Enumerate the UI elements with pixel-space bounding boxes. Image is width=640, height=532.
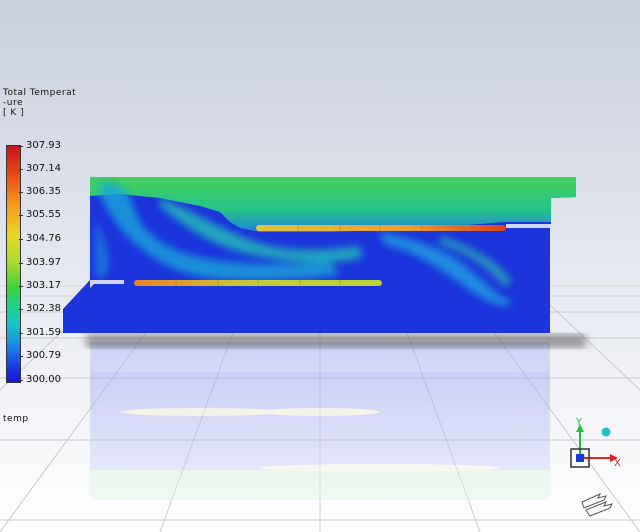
tick-label: 305.55: [26, 209, 61, 220]
tick-label: 300.79: [26, 350, 61, 361]
tick-label: 302.38: [26, 303, 61, 314]
tick-label: 307.93: [26, 140, 61, 151]
upper-slot: [506, 224, 551, 228]
scene-object-label: temp: [3, 414, 29, 424]
tick-label: 303.97: [26, 257, 61, 268]
temperature-colorbar[interactable]: [6, 145, 21, 383]
tick-label: 306.35: [26, 186, 61, 197]
tick-label: 304.76: [26, 233, 61, 244]
legend-title-line-1: Total Temperat: [3, 88, 77, 98]
tick-label: 307.14: [26, 163, 61, 174]
legend-title-line-3: [ K ]: [3, 108, 25, 118]
domain-shadow: [86, 334, 586, 348]
3d-viewport[interactable]: Y X: [0, 0, 640, 532]
upper-heater-row: [256, 225, 506, 231]
axis-x-label: X: [614, 458, 621, 469]
tick-label: 301.59: [26, 327, 61, 338]
temperature-contour[interactable]: [63, 177, 576, 333]
legend-title: Total Temperat -ure [ K ]: [3, 88, 76, 118]
tick-label: 303.17: [26, 280, 61, 291]
light-sphere-icon[interactable]: [601, 427, 611, 437]
axis-y-label: Y: [575, 417, 583, 428]
legend-title-line-2: -ure: [3, 98, 23, 108]
domain-reflection: [90, 342, 550, 502]
tick-label: 300.00: [26, 374, 61, 385]
